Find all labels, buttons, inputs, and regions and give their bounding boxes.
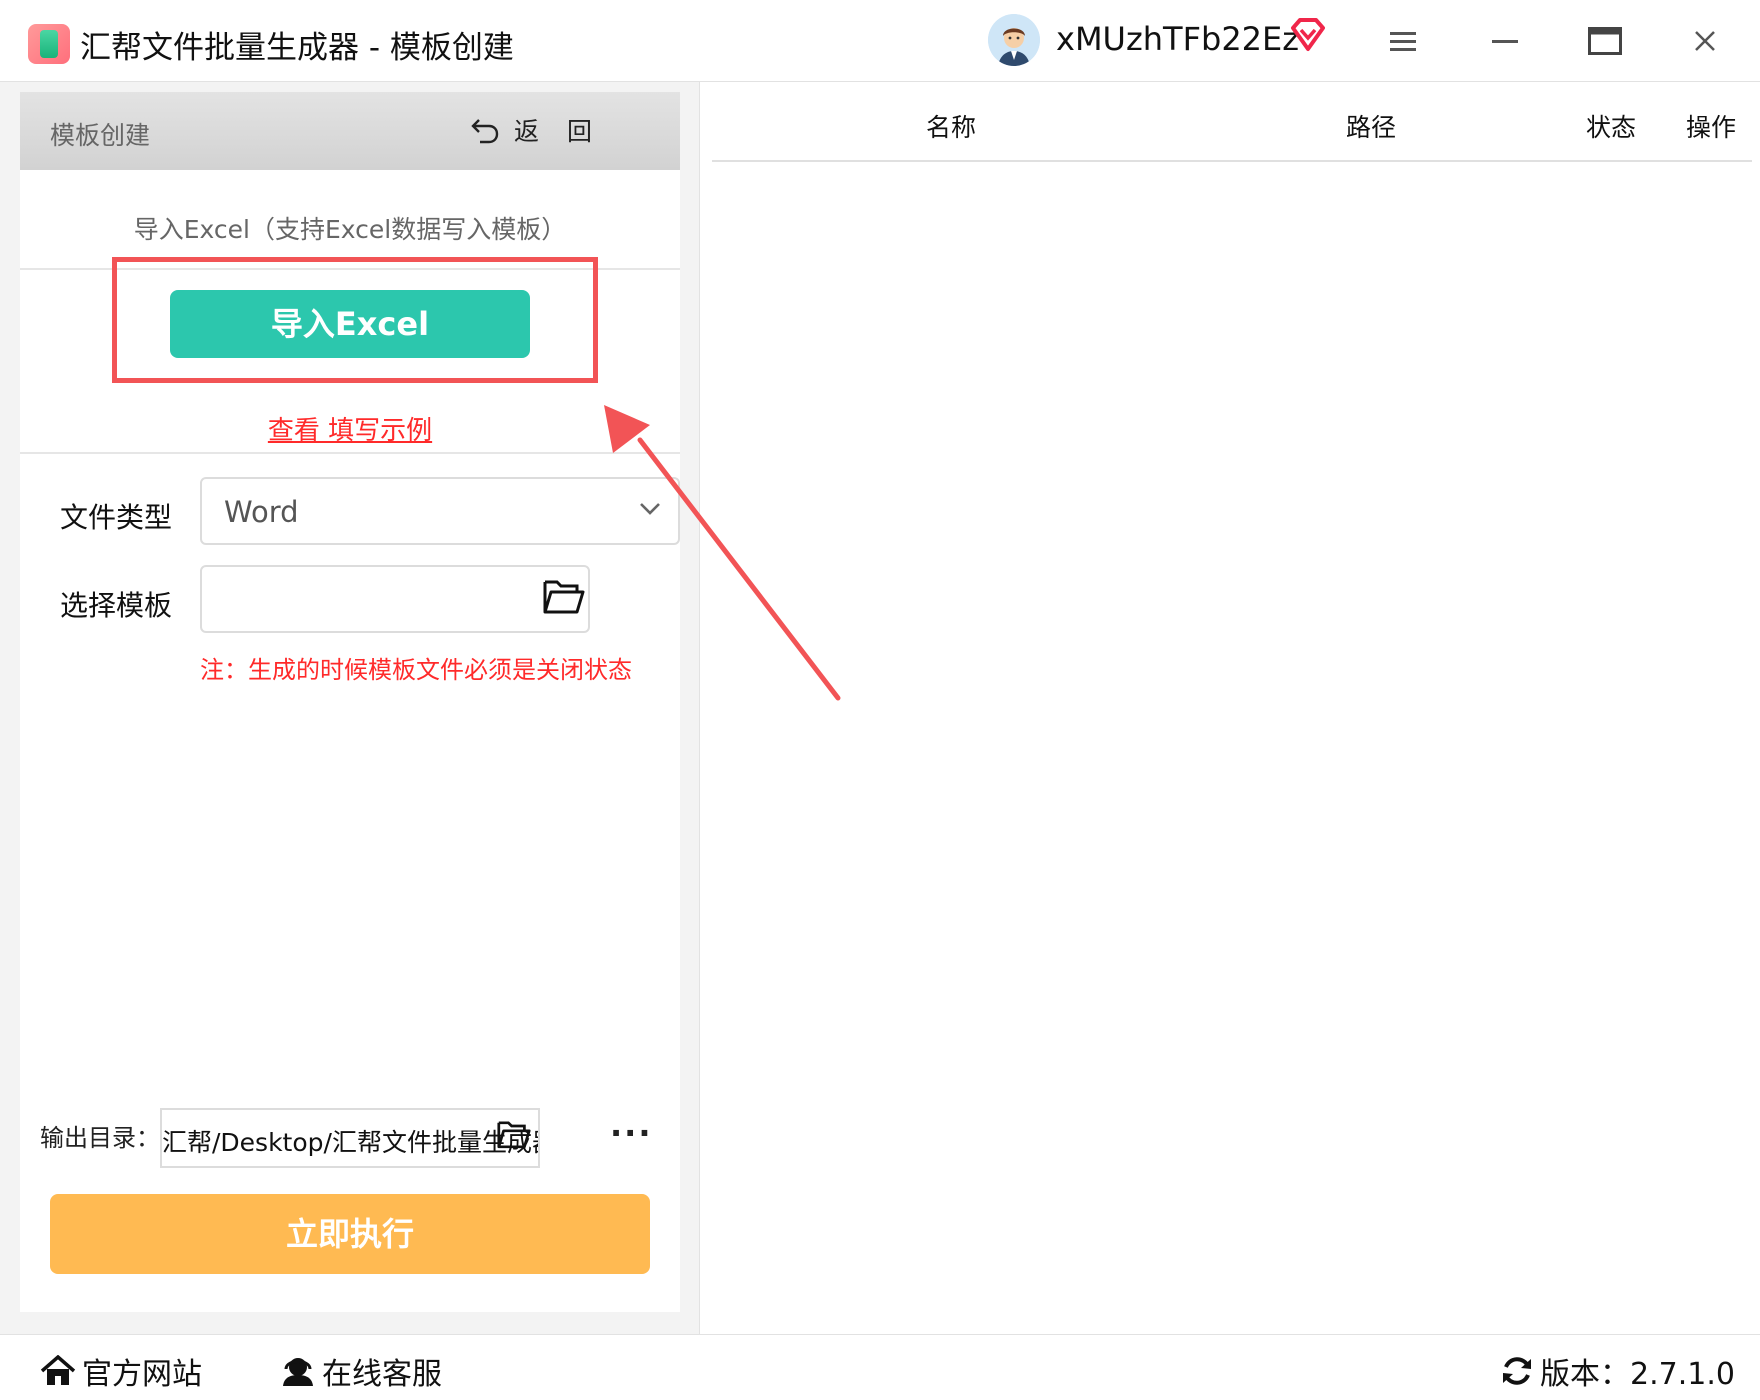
more-options-button[interactable]: ··· [610, 1114, 652, 1152]
panel-header: 模板创建 返回 [20, 92, 680, 170]
official-website-label: 官方网站 [82, 1357, 202, 1392]
panel-title: 模板创建 [50, 121, 151, 150]
browse-output-folder-icon[interactable] [496, 1118, 532, 1154]
minimize-icon[interactable] [1480, 18, 1530, 64]
template-panel: 模板创建 返回 导入Excel（支持Excel数据写入模板） 导入Excel 查… [20, 92, 680, 1312]
output-dir-value: 汇帮/Desktop/汇帮文件批量生成器 [162, 1128, 540, 1157]
maximize-icon[interactable] [1580, 18, 1630, 64]
file-type-label: 文件类型 [60, 501, 173, 534]
status-bar: 官方网站 在线客服 版本：2.7.1.0 [0, 1334, 1760, 1400]
example-link[interactable]: 查看 填写示例 [20, 410, 680, 447]
chevron-down-icon [640, 503, 660, 515]
online-support-link[interactable]: 在线客服 [280, 1349, 442, 1393]
column-header-name: 名称 [926, 113, 977, 142]
divider [20, 452, 680, 454]
menu-icon[interactable] [1378, 18, 1428, 64]
file-table-header: 名称 路径 状态 操作 [712, 96, 1752, 162]
username[interactable]: xMUzhTFb22Ez [1056, 20, 1299, 58]
output-dir-label: 输出目录： [40, 1124, 160, 1152]
import-hint: 导入Excel（支持Excel数据写入模板） [133, 215, 567, 244]
back-button-label: 返回 [514, 117, 621, 146]
browse-template-folder-icon[interactable] [542, 576, 586, 620]
version-info[interactable]: 版本：2.7.1.0 [1500, 1349, 1735, 1393]
column-header-status: 状态 [1586, 113, 1637, 142]
official-website-link[interactable]: 官方网站 [40, 1349, 202, 1393]
version-label: 版本：2.7.1.0 [1540, 1357, 1735, 1392]
title-bar: 汇帮文件批量生成器 - 模板创建 xMUzhTFb22Ez [0, 0, 1760, 82]
close-icon[interactable] [1680, 18, 1730, 64]
left-sidebar: 模板创建 返回 导入Excel（支持Excel数据写入模板） 导入Excel 查… [0, 82, 700, 1334]
column-header-path: 路径 [1346, 113, 1397, 142]
output-dir-input[interactable]: 汇帮/Desktop/汇帮文件批量生成器 [160, 1108, 540, 1168]
template-path-input[interactable] [200, 565, 590, 633]
template-label: 选择模板 [60, 589, 173, 622]
undo-icon [471, 119, 499, 144]
import-excel-button[interactable]: 导入Excel [170, 290, 530, 358]
window-title: 汇帮文件批量生成器 - 模板创建 [80, 30, 514, 66]
vip-diamond-icon[interactable] [1290, 18, 1326, 56]
online-support-label: 在线客服 [322, 1357, 442, 1392]
file-type-select[interactable]: Word [200, 477, 680, 545]
app-logo-icon [28, 24, 70, 64]
back-button[interactable]: 返回 [470, 112, 620, 148]
customer-service-icon [283, 1358, 313, 1386]
refresh-icon [1503, 1357, 1531, 1385]
user-avatar[interactable] [988, 14, 1040, 66]
column-header-action: 操作 [1686, 113, 1737, 142]
warning-note: 注：生成的时候模板文件必须是关闭状态 [200, 656, 632, 684]
file-type-value: Word [224, 495, 299, 529]
home-icon [40, 1355, 76, 1385]
run-now-button[interactable]: 立即执行 [50, 1194, 650, 1274]
